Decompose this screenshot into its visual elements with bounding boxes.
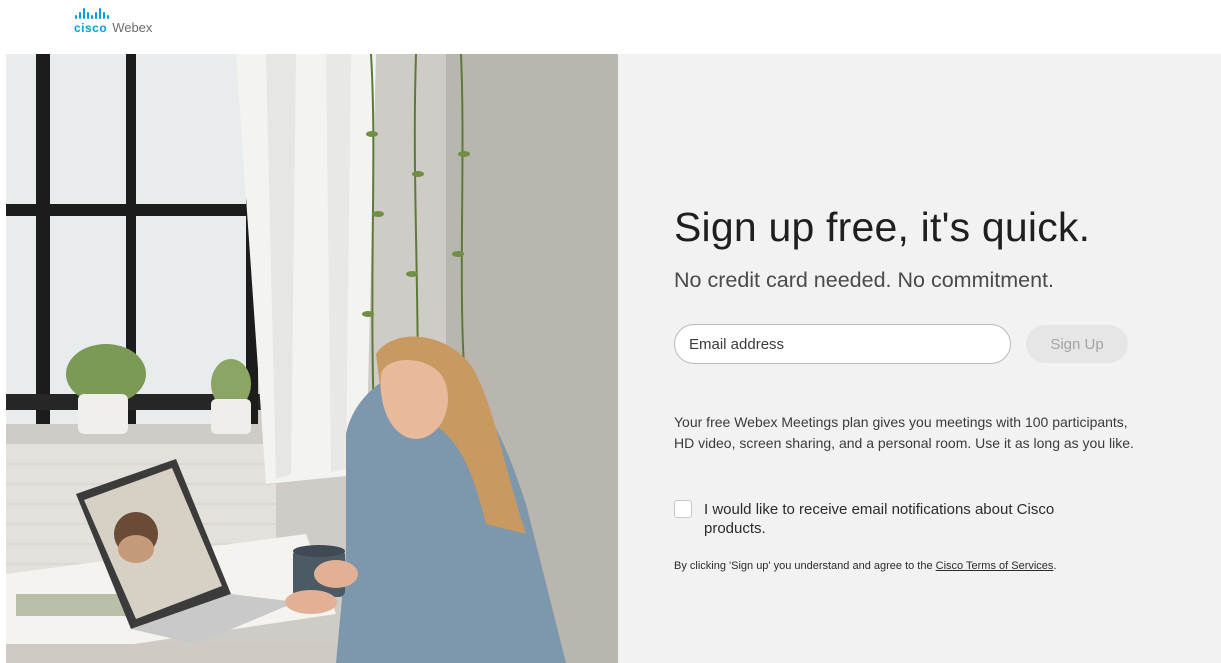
page-title: Sign up free, it's quick. — [674, 204, 1091, 250]
logo-brand-text: cisco — [74, 21, 108, 35]
header: cisco Webex — [0, 0, 1221, 54]
hero-photo — [6, 54, 618, 663]
sign-up-button[interactable]: Sign Up — [1026, 325, 1128, 363]
terms-notice: By clicking 'Sign up' you understand and… — [674, 560, 1057, 572]
email-input[interactable] — [674, 324, 1011, 364]
email-notifications-label[interactable]: I would like to receive email notificati… — [704, 500, 1104, 538]
cisco-logo-icon — [75, 8, 152, 19]
logo-product-text: Webex — [112, 20, 153, 35]
cisco-webex-logo[interactable]: cisco Webex — [74, 8, 152, 35]
plan-description: Your free Webex Meetings plan gives you … — [674, 414, 1134, 451]
email-notifications-checkbox[interactable] — [674, 500, 692, 518]
signup-panel: Sign up free, it's quick. No credit card… — [618, 54, 1221, 663]
page-subtitle: No credit card needed. No commitment. — [674, 268, 1054, 292]
terms-prefix: By clicking 'Sign up' you understand and… — [674, 560, 936, 572]
terms-suffix: . — [1053, 560, 1057, 572]
terms-of-service-link[interactable]: Cisco Terms of Services — [936, 560, 1054, 572]
